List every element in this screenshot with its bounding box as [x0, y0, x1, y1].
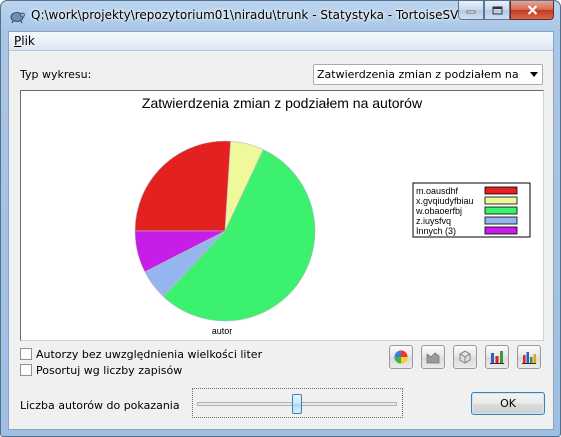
- chart-type-dropdown[interactable]: Zatwierdzenia zmian z podziałem na autor…: [313, 64, 543, 85]
- title-bar[interactable]: Q:\work\projekty\repozytorium01\niradu\t…: [1, 1, 560, 31]
- sort-by-commits-label[interactable]: Posortuj wg liczby zapisów: [36, 364, 182, 377]
- ignore-case-label[interactable]: Autorzy bez uwzględnienia wielkości lite…: [36, 348, 262, 361]
- legend-swatch: [484, 186, 518, 195]
- ok-button[interactable]: OK: [471, 392, 545, 415]
- legend-swatch: [484, 226, 518, 235]
- client-area: Plik Typ wykresu: Zatwierdzenia zmian z …: [8, 31, 554, 430]
- chevron-down-icon: [530, 72, 538, 77]
- legend-swatch: [484, 196, 518, 205]
- chart-title: Zatwierdzenia zmian z podziałem na autor…: [142, 95, 423, 111]
- tortoisesvn-app-icon: [10, 12, 25, 24]
- pie-chart-icon: [394, 350, 408, 364]
- chart-legend: m.oausdhfx.gvqiudyfbiauw.obaoerfbjz.iuys…: [412, 182, 531, 238]
- 3d-chart-button[interactable]: [453, 345, 477, 369]
- maximize-icon: [492, 6, 502, 14]
- bar-chart-button[interactable]: [517, 345, 541, 369]
- legend-label: x.gvqiudyfbiau: [416, 196, 474, 206]
- legend-label: m.oausdhf: [416, 186, 459, 196]
- ignore-case-checkbox[interactable]: [20, 348, 32, 360]
- 3d-chart-icon: [459, 350, 471, 364]
- legend-label: w.obaoerfbj: [415, 206, 462, 216]
- chart-panel: Zatwierdzenia zmian z podziałem na autor…: [20, 90, 544, 341]
- menu-file[interactable]: Plik: [14, 34, 35, 48]
- statistics-window: Q:\work\projekty\repozytorium01\niradu\t…: [0, 0, 561, 437]
- legend-label: Innych (3): [416, 226, 456, 236]
- pie-chart: Zatwierdzenia zmian z podziałem na autor…: [134, 95, 531, 336]
- minimize-button[interactable]: [458, 1, 484, 20]
- caption-buttons: [458, 1, 554, 21]
- menu-file-label: lik: [21, 34, 35, 48]
- legend-label: z.iuysfvq: [416, 216, 451, 226]
- bar-chart-icon: [522, 352, 536, 364]
- authors-count-label: Liczba autorów do pokazania: [20, 399, 180, 412]
- authors-count-slider-thumb[interactable]: [292, 394, 302, 414]
- pie-slices: [134, 140, 316, 322]
- pie-slice: [134, 140, 231, 232]
- window-title: Q:\work\projekty\repozytorium01\niradu\t…: [31, 8, 468, 22]
- menu-bar: Plik: [9, 32, 553, 51]
- legend-swatch: [484, 216, 518, 225]
- chart-type-value: Zatwierdzenia zmian z podziałem na autor…: [317, 68, 522, 81]
- pie-chart-button[interactable]: [389, 345, 413, 369]
- maximize-button[interactable]: [484, 1, 510, 20]
- area-chart-button[interactable]: [421, 345, 445, 369]
- close-icon: [527, 5, 537, 15]
- chart-type-label: Typ wykresu:: [20, 68, 92, 81]
- minimize-icon: [466, 10, 476, 14]
- chart-axis-label: autor: [212, 326, 233, 336]
- area-chart-icon: [426, 352, 440, 364]
- sort-by-commits-checkbox[interactable]: [20, 364, 32, 376]
- close-button[interactable]: [510, 1, 554, 20]
- legend-swatch: [484, 206, 518, 215]
- stacked-bar-chart-button[interactable]: [485, 345, 509, 369]
- stacked-bar-chart-icon: [490, 351, 504, 364]
